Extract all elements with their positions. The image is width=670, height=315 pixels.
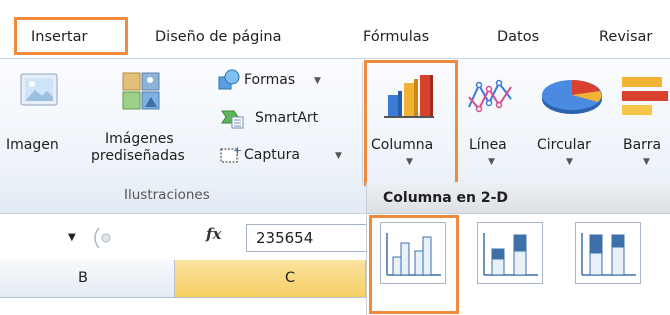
tab-diseno-de-pagina[interactable]: Diseño de página <box>155 29 281 45</box>
formula-input[interactable]: 235654 <box>246 224 366 252</box>
column-header-b[interactable]: B <box>0 260 175 298</box>
formula-value: 235654 <box>256 229 314 247</box>
captura-dropdown-icon[interactable]: ▼ <box>335 151 342 161</box>
stacked-100-column-icon <box>581 233 636 276</box>
barra-dropdown-icon[interactable]: ▼ <box>643 157 650 167</box>
columna-dropdown-icon[interactable]: ▼ <box>406 157 413 167</box>
formula-bar: ▼ fx 235654 <box>0 213 366 261</box>
pie-chart-icon[interactable] <box>540 75 604 117</box>
column-header-c-label: C <box>285 270 296 286</box>
smartart-icon[interactable] <box>220 105 244 129</box>
gallery-header: Columna en 2-D <box>367 182 670 214</box>
circular-label[interactable]: Circular <box>537 137 591 154</box>
gallery-title: Columna en 2-D <box>383 190 509 206</box>
formas-label[interactable]: Formas <box>244 72 295 89</box>
imagen-label[interactable]: Imagen <box>6 137 59 154</box>
columna-label[interactable]: Columna <box>371 137 433 154</box>
imagenes-label-line2[interactable]: prediseñadas <box>91 148 185 165</box>
smartart-label[interactable]: SmartArt <box>255 110 318 127</box>
formas-dropdown-icon[interactable]: ▼ <box>314 76 321 86</box>
ribbon-tab-strip: Insertar Diseño de página Fórmulas Datos… <box>0 0 670 58</box>
imagenes-label-line1[interactable]: Imágenes <box>105 131 174 148</box>
linea-dropdown-icon[interactable]: ▼ <box>488 157 495 167</box>
formula-bar-resize-icon[interactable] <box>83 227 113 249</box>
stacked-column-option[interactable] <box>477 222 543 284</box>
ilustraciones-group-label: Ilustraciones <box>124 187 210 203</box>
clustered-column-icon <box>386 233 441 276</box>
screenshot-icon[interactable]: + <box>220 144 242 164</box>
name-box-dropdown-icon[interactable]: ▼ <box>68 232 76 243</box>
column-chart-icon[interactable] <box>384 73 434 119</box>
column-header-c[interactable]: C <box>175 260 366 298</box>
captura-label[interactable]: Captura <box>244 147 300 164</box>
svg-text:+: + <box>233 144 242 157</box>
barra-label[interactable]: Barra <box>623 137 661 154</box>
tab-insertar[interactable]: Insertar <box>31 29 87 45</box>
column-chart-gallery: Columna en 2-D <box>366 182 670 315</box>
tab-formulas[interactable]: Fórmulas <box>363 29 429 45</box>
sheet-cells[interactable] <box>0 298 366 315</box>
column-header-b-label: B <box>78 270 88 286</box>
clip-art-icon[interactable] <box>121 71 161 111</box>
linea-label[interactable]: Línea <box>469 137 507 154</box>
function-icon[interactable]: fx <box>206 225 221 243</box>
stacked-100-column-option[interactable] <box>575 222 641 284</box>
bar-chart-icon[interactable] <box>620 73 670 119</box>
group-separator <box>362 63 363 185</box>
circular-dropdown-icon[interactable]: ▼ <box>566 157 573 167</box>
stacked-column-icon <box>483 233 538 276</box>
line-chart-icon[interactable] <box>467 77 515 115</box>
shapes-icon[interactable] <box>218 69 240 91</box>
clustered-column-option[interactable] <box>380 222 446 284</box>
tab-revisar[interactable]: Revisar <box>599 29 652 45</box>
picture-icon[interactable] <box>20 71 58 109</box>
tab-datos[interactable]: Datos <box>497 29 539 45</box>
